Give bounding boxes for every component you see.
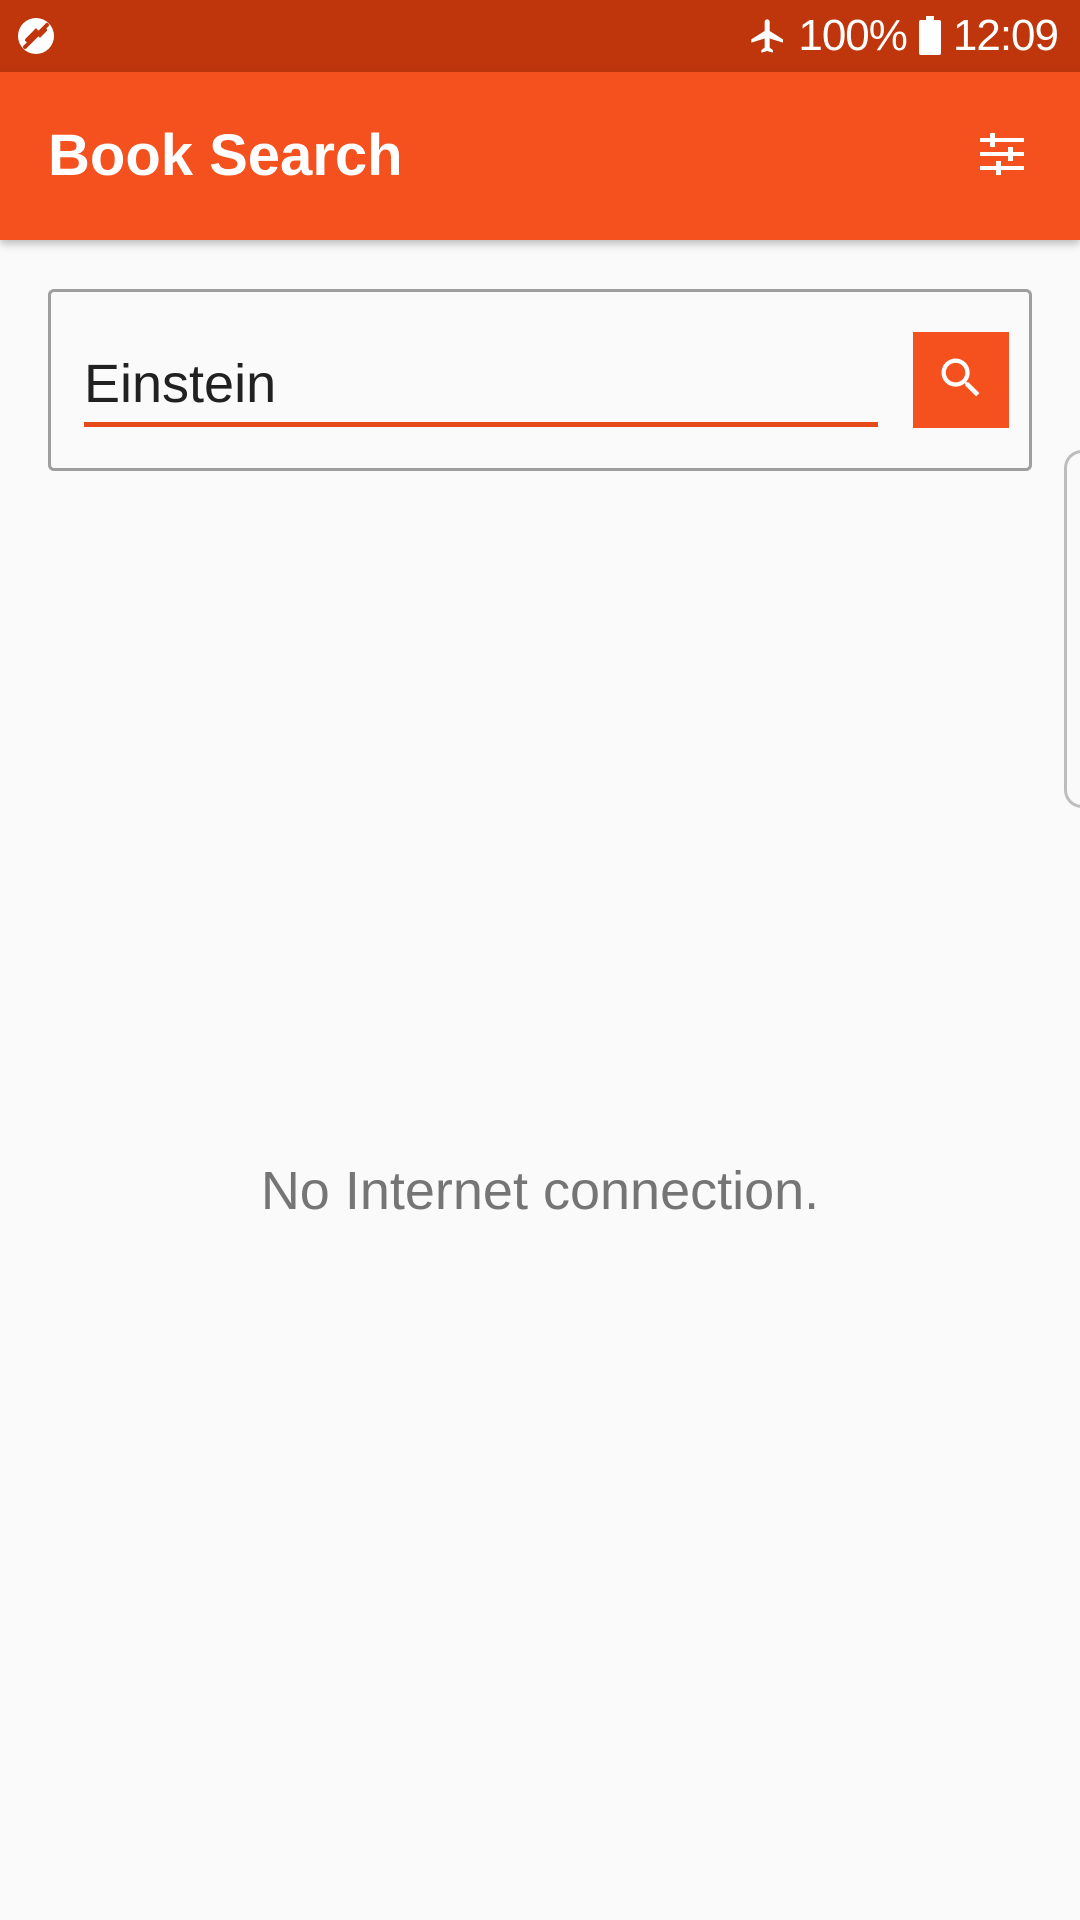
status-bar: 100% 12:09 [0, 0, 1080, 72]
tune-icon [978, 132, 1026, 181]
app-bar: Book Search [0, 72, 1080, 240]
search-card [48, 289, 1032, 471]
edge-panel-handle[interactable] [1064, 450, 1080, 808]
search-input[interactable] [84, 348, 878, 420]
no-sync-icon [16, 16, 56, 56]
empty-state-message: No Internet connection. [260, 1161, 820, 1221]
search-button[interactable] [913, 332, 1009, 428]
airplane-icon [748, 16, 788, 56]
search-input-underline [84, 422, 878, 427]
search-icon [935, 352, 987, 409]
app-title: Book Search [48, 123, 403, 188]
battery-percent: 100% [798, 11, 908, 60]
battery-full-icon [917, 16, 943, 56]
filter-button[interactable] [960, 114, 1044, 198]
clock: 12:09 [952, 11, 1059, 60]
